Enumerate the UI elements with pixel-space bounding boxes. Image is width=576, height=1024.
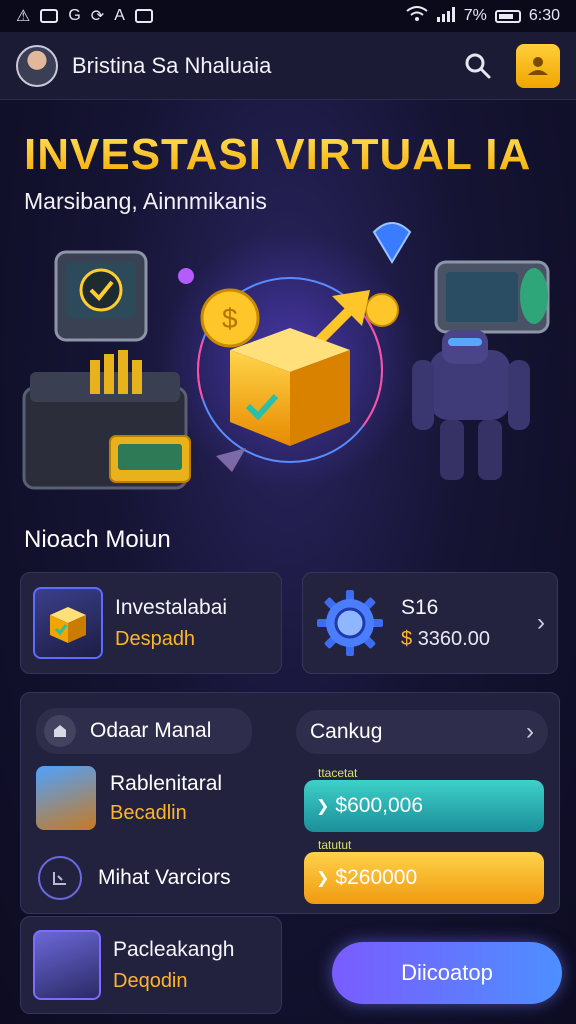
- status-bar: ⚠ G ⟳ A 7% 6:30: [0, 0, 576, 32]
- investment-card-sub: Despadh: [115, 627, 196, 650]
- notification-icon: ⚠: [16, 8, 31, 25]
- investment-card[interactable]: Investalabai Despadh: [20, 572, 282, 674]
- amount-bar-value: $600,006: [335, 794, 423, 817]
- battery-percent: 7%: [463, 7, 487, 24]
- balance-value: 3360.00: [417, 627, 490, 650]
- cube-icon: [50, 607, 86, 643]
- category-select[interactable]: Cankug ›: [296, 710, 548, 754]
- balance-card[interactable]: S16 $ 3360.00 ›: [302, 572, 558, 674]
- deposit-card-sub: Deqodin: [113, 969, 188, 992]
- hero-title: INVESTASI VIRTUAL IA: [24, 130, 532, 179]
- signal-icon: [436, 6, 456, 27]
- balance-card-label: S16: [401, 595, 439, 619]
- gear-icon: [317, 590, 383, 656]
- battery-icon: [494, 9, 521, 23]
- arrow-right-icon: ❯: [316, 870, 330, 887]
- search-button[interactable]: [456, 44, 500, 88]
- balance-amount: $ 3360.00: [401, 628, 490, 651]
- google-icon: G: [68, 7, 81, 24]
- chart-icon: [38, 856, 82, 900]
- primary-action-button[interactable]: Diicoatop: [332, 942, 562, 1004]
- amount-bar-gold[interactable]: ❯ $260000: [304, 852, 544, 904]
- view-investors-label: Mihat Varciors: [98, 866, 231, 889]
- deposit-card[interactable]: Pacleakangh Deqodin: [20, 916, 282, 1014]
- search-icon: [465, 53, 491, 78]
- font-icon: A: [114, 7, 125, 24]
- view-investors-item[interactable]: Mihat Varciors: [38, 856, 231, 900]
- chevron-right-icon: ›: [537, 609, 545, 636]
- amount-bar-teal[interactable]: ❯ $600,006: [304, 780, 544, 832]
- order-manual-button[interactable]: Odaar Manal: [36, 708, 252, 754]
- amount-bar-value: $260000: [335, 866, 418, 889]
- avatar[interactable]: [16, 44, 58, 87]
- currency-symbol: $: [401, 627, 413, 650]
- user-icon: [528, 56, 548, 75]
- sync-icon: ⟳: [90, 8, 105, 25]
- section-title: Nioach Moiun: [24, 526, 171, 553]
- order-manual-label: Odaar Manal: [90, 719, 212, 742]
- bar-tag: tatutut: [318, 838, 352, 852]
- order-icon: [44, 715, 76, 747]
- image-icon: [134, 9, 153, 23]
- wifi-icon: [406, 5, 428, 27]
- profile-button[interactable]: [516, 43, 560, 88]
- arrow-right-icon: ❯: [316, 798, 330, 815]
- hero-illustration: $: [22, 222, 550, 490]
- bar-tag: ttacetat: [318, 766, 358, 780]
- clock: 6:30: [528, 7, 560, 24]
- chest-icon: [36, 766, 96, 830]
- investment-thumbnail: [33, 587, 103, 659]
- deposit-card-title: Pacleakangh: [113, 937, 235, 961]
- investment-card-label: Investalabai: [115, 595, 228, 619]
- robot-box-icon: [33, 930, 101, 1000]
- mail-icon: [40, 9, 59, 23]
- app-header: Bristina Sa Nhaluaia: [0, 32, 576, 100]
- category-select-label: Cankug: [310, 720, 383, 743]
- user-name: Bristina Sa Nhaluaia: [72, 52, 272, 78]
- recommended-sub: Becadlin: [110, 801, 187, 824]
- svg-text:$: $: [222, 303, 238, 334]
- chevron-right-icon: ›: [526, 718, 534, 745]
- recommended-item[interactable]: Rablenitaral Becadlin: [36, 766, 222, 830]
- recommended-title: Rablenitaral: [110, 771, 223, 795]
